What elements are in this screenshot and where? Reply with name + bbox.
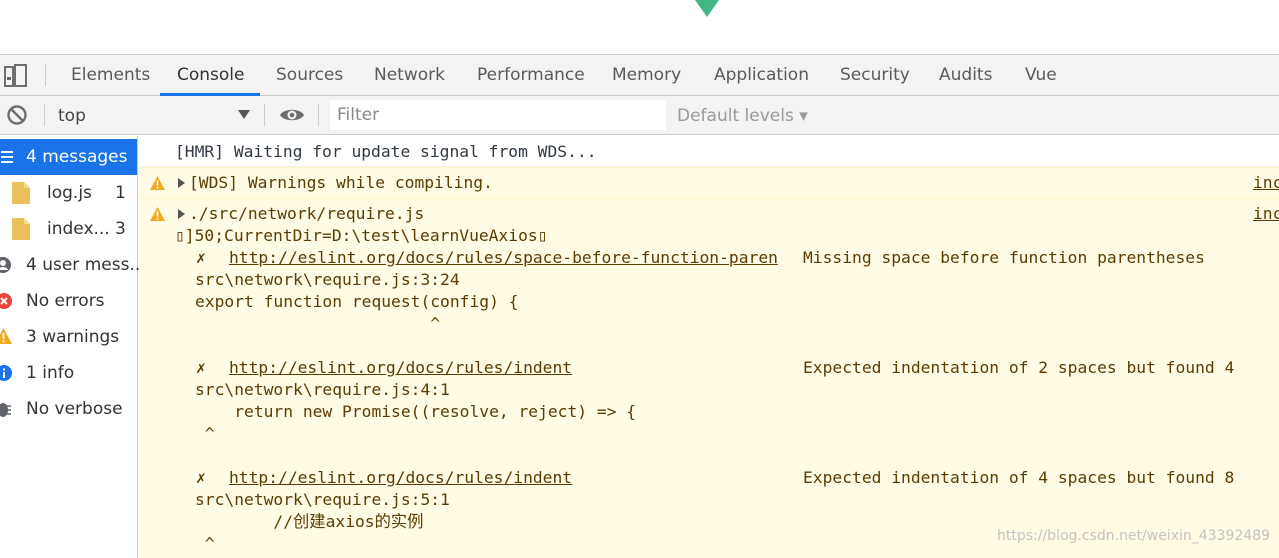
lint-caret: ^ bbox=[195, 314, 441, 333]
toolbar-separator bbox=[264, 104, 265, 126]
tab-network[interactable]: Network bbox=[374, 54, 445, 95]
toolbar-separator bbox=[318, 104, 319, 126]
error-mark: ✗ bbox=[196, 248, 206, 267]
eye-icon[interactable] bbox=[279, 105, 305, 125]
sidebar-item-label: 3 warnings bbox=[26, 327, 120, 347]
file-count: 3 bbox=[115, 219, 126, 239]
warning-icon bbox=[150, 207, 165, 221]
tab-vue[interactable]: Vue bbox=[1025, 54, 1057, 95]
file-name: log.js bbox=[47, 183, 92, 203]
info-icon bbox=[0, 365, 12, 381]
sidebar-item-user-messages[interactable]: 4 user mess... bbox=[0, 247, 146, 283]
error-mark: ✗ bbox=[196, 468, 206, 487]
log-levels-dropdown[interactable]: Default levels ▾ bbox=[677, 98, 808, 132]
source-link[interactable]: inc bbox=[1253, 172, 1279, 194]
lint-code: export function request(config) { bbox=[195, 292, 519, 311]
error-mark: ✗ bbox=[196, 358, 206, 377]
sidebar-item-info[interactable]: 1 info bbox=[0, 355, 137, 391]
user-icon bbox=[0, 257, 11, 273]
warning-source-file: ./src/network/require.js bbox=[189, 204, 425, 223]
sidebar-item-label: No verbose bbox=[26, 399, 123, 419]
vue-logo-icon bbox=[695, 0, 719, 17]
lint-location: src\network\require.js:5:1 bbox=[195, 490, 450, 509]
watermark: https://blog.csdn.net/weixin_43392489 bbox=[997, 528, 1271, 544]
sidebar-item-file[interactable]: index... 3 bbox=[0, 211, 137, 247]
sidebar-item-label: 4 messages bbox=[26, 147, 128, 167]
sidebar-item-warnings[interactable]: 3 warnings bbox=[0, 319, 137, 355]
expand-arrow-icon[interactable] bbox=[178, 209, 185, 219]
sidebar-item-messages[interactable]: 4 messages bbox=[0, 139, 137, 175]
lint-code: return new Promise((resolve, reject) => … bbox=[195, 402, 637, 421]
file-count: 1 bbox=[115, 183, 126, 203]
sidebar-item-label: No errors bbox=[26, 291, 105, 311]
sidebar-item-label: 4 user mess... bbox=[26, 255, 146, 275]
toolbar-separator bbox=[44, 104, 45, 126]
device-toolbar-icon[interactable] bbox=[4, 64, 28, 88]
chevron-down-icon[interactable] bbox=[238, 110, 250, 119]
sidebar-item-errors[interactable]: No errors bbox=[0, 283, 137, 319]
tab-elements[interactable]: Elements bbox=[71, 54, 150, 95]
warning-icon bbox=[150, 176, 165, 190]
expand-arrow-icon[interactable] bbox=[178, 178, 185, 188]
context-selector[interactable]: top bbox=[58, 98, 258, 132]
lint-location: src\network\require.js:4:1 bbox=[195, 380, 450, 399]
tab-security[interactable]: Security bbox=[840, 54, 910, 95]
tab-sources[interactable]: Sources bbox=[276, 54, 343, 95]
console-output: [HMR] Waiting for update signal from WDS… bbox=[139, 136, 1279, 558]
warning-icon bbox=[0, 328, 12, 344]
sidebar-item-label: 1 info bbox=[26, 363, 75, 383]
error-icon bbox=[0, 293, 12, 309]
rule-link[interactable]: http://eslint.org/docs/rules/space-befor… bbox=[229, 247, 778, 269]
tab-application[interactable]: Application bbox=[714, 54, 809, 95]
current-dir-line: ▯]50;CurrentDir=D:\test\learnVueAxios▯ bbox=[175, 226, 548, 245]
bug-icon bbox=[0, 403, 11, 417]
log-text: [HMR] Waiting for update signal from WDS… bbox=[175, 142, 597, 161]
lint-caret: ^ bbox=[195, 534, 215, 553]
console-message-warning[interactable]: ./src/network/require.js inc ▯]50;Curren… bbox=[139, 198, 1279, 558]
list-icon bbox=[1, 151, 13, 163]
tab-separator bbox=[45, 64, 46, 86]
lint-location: src\network\require.js:3:24 bbox=[195, 270, 460, 289]
lint-code: //创建axios的实例 bbox=[195, 512, 424, 531]
tab-audits[interactable]: Audits bbox=[939, 54, 992, 95]
file-icon bbox=[12, 182, 30, 204]
warning-text: [WDS] Warnings while compiling. bbox=[189, 173, 493, 192]
tab-performance[interactable]: Performance bbox=[477, 54, 585, 95]
console-message-warning[interactable]: [WDS] Warnings while compiling. inc bbox=[139, 167, 1279, 198]
lint-caret: ^ bbox=[195, 424, 215, 443]
lint-message: Missing space before function parenthese… bbox=[803, 248, 1205, 267]
lint-message: Expected indentation of 2 spaces but fou… bbox=[803, 358, 1235, 377]
rule-link[interactable]: http://eslint.org/docs/rules/indent bbox=[229, 357, 572, 379]
sidebar-item-file[interactable]: log.js 1 bbox=[0, 175, 137, 211]
lint-message: Expected indentation of 4 spaces but fou… bbox=[803, 468, 1235, 487]
tab-console[interactable]: Console bbox=[177, 54, 245, 95]
console-message-log[interactable]: [HMR] Waiting for update signal from WDS… bbox=[139, 136, 1279, 167]
console-sidebar: 4 messages log.js 1 index... 3 4 user me… bbox=[0, 136, 146, 558]
sidebar-item-verbose[interactable]: No verbose bbox=[0, 391, 137, 427]
file-name: index... bbox=[47, 219, 110, 239]
rule-link[interactable]: http://eslint.org/docs/rules/indent bbox=[229, 467, 572, 489]
clear-console-icon[interactable] bbox=[6, 104, 28, 126]
source-link[interactable]: inc bbox=[1253, 203, 1279, 225]
filter-input[interactable] bbox=[330, 100, 666, 130]
file-icon bbox=[12, 218, 30, 240]
tab-memory[interactable]: Memory bbox=[612, 54, 681, 95]
page-viewport bbox=[0, 0, 1279, 54]
